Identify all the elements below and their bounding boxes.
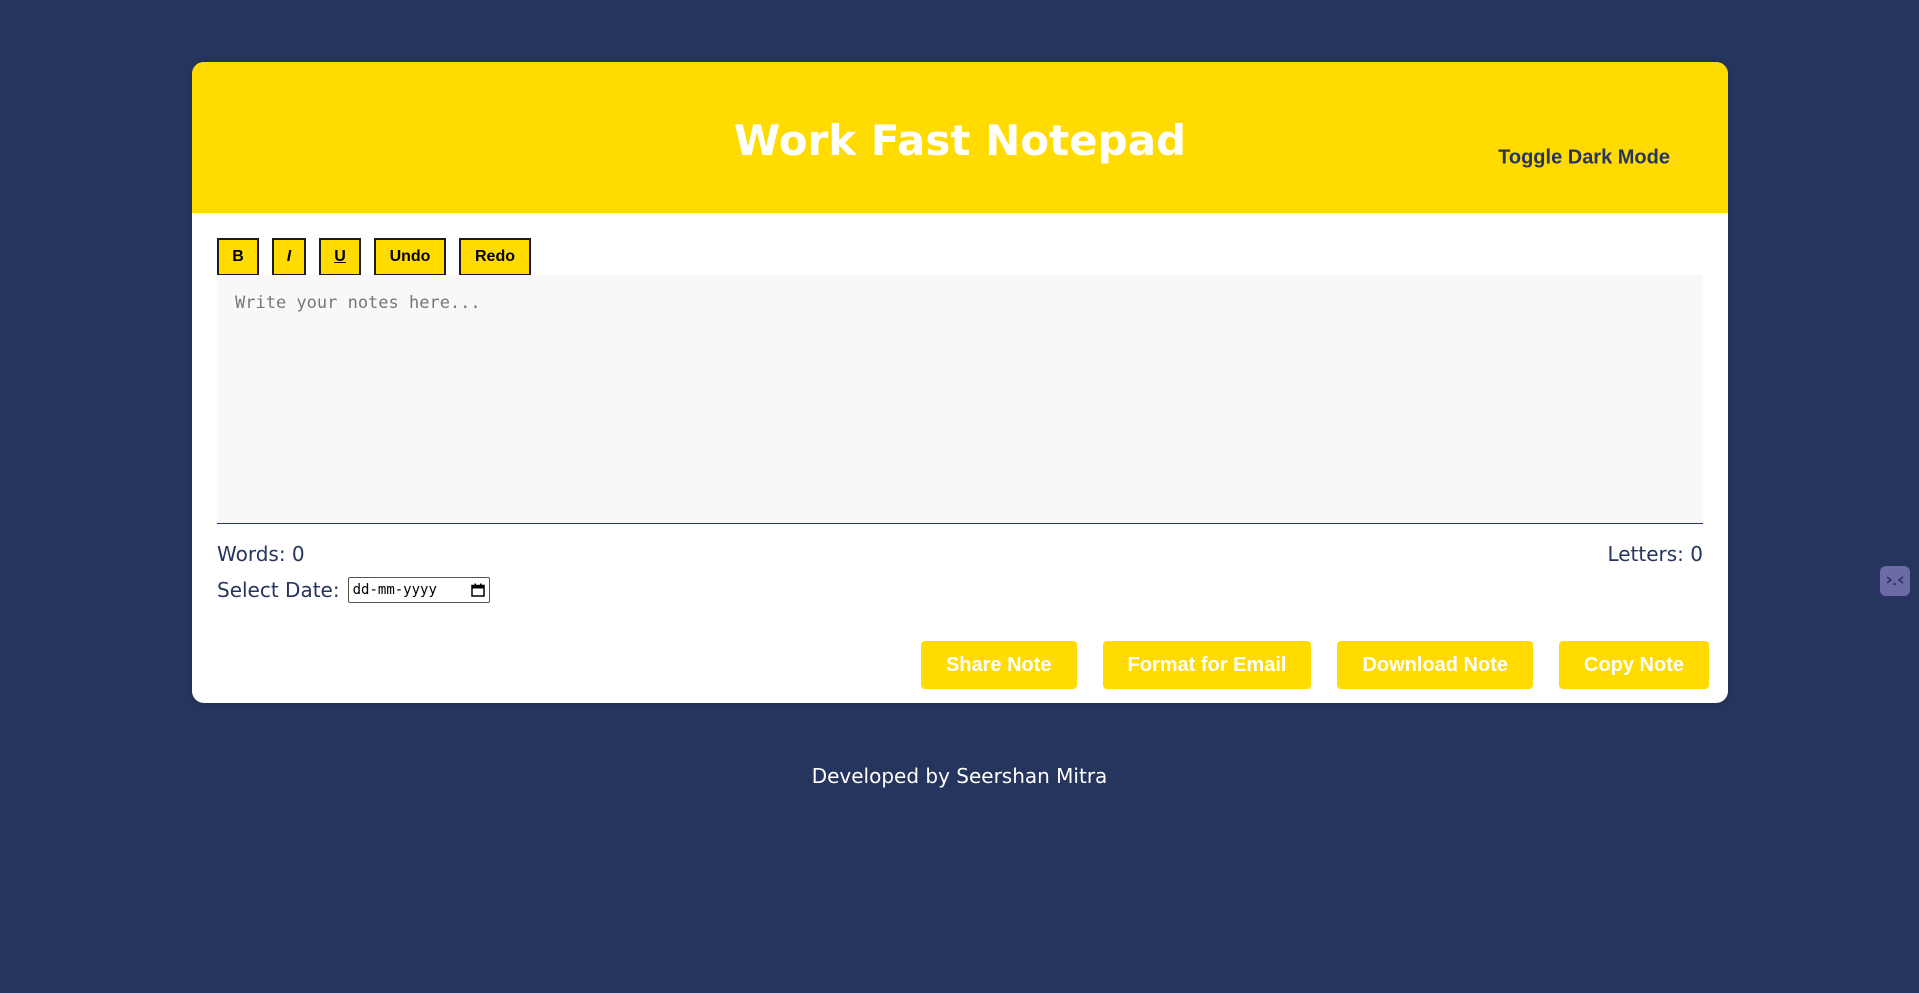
action-buttons: Share Note Format for Email Download Not… bbox=[895, 641, 1709, 689]
notes-textarea[interactable] bbox=[217, 275, 1703, 524]
bold-button[interactable]: B bbox=[217, 238, 259, 276]
toggle-dark-mode-button[interactable]: Toggle Dark Mode bbox=[1496, 143, 1672, 174]
word-count: Words: 0 bbox=[217, 542, 305, 566]
date-label: Select Date: bbox=[217, 578, 340, 602]
copy-note-button[interactable]: Copy Note bbox=[1559, 641, 1709, 689]
header-bar: Work Fast Notepad Toggle Dark Mode bbox=[192, 62, 1728, 213]
italic-button[interactable]: I bbox=[272, 238, 306, 276]
date-placeholder: dd-mm-yyyy bbox=[352, 582, 437, 598]
download-note-button[interactable]: Download Note bbox=[1337, 641, 1533, 689]
date-row: Select Date: dd-mm-yyyy bbox=[217, 577, 490, 603]
undo-button[interactable]: Undo bbox=[374, 238, 446, 276]
share-note-button[interactable]: Share Note bbox=[920, 641, 1077, 689]
footer-credit: Developed by Seershan Mitra bbox=[811, 764, 1108, 788]
underline-button[interactable]: U bbox=[319, 238, 361, 276]
format-toolbar: B I U Undo Redo bbox=[217, 238, 544, 276]
redo-button[interactable]: Redo bbox=[459, 238, 531, 276]
notepad-card: Work Fast Notepad Toggle Dark Mode B I U… bbox=[192, 62, 1728, 703]
date-input[interactable]: dd-mm-yyyy bbox=[347, 577, 490, 603]
format-email-button[interactable]: Format for Email bbox=[1102, 641, 1312, 689]
calendar-icon[interactable] bbox=[470, 583, 485, 597]
extension-widget-icon[interactable] bbox=[1880, 566, 1910, 596]
letter-count: Letters: 0 bbox=[1607, 542, 1703, 566]
